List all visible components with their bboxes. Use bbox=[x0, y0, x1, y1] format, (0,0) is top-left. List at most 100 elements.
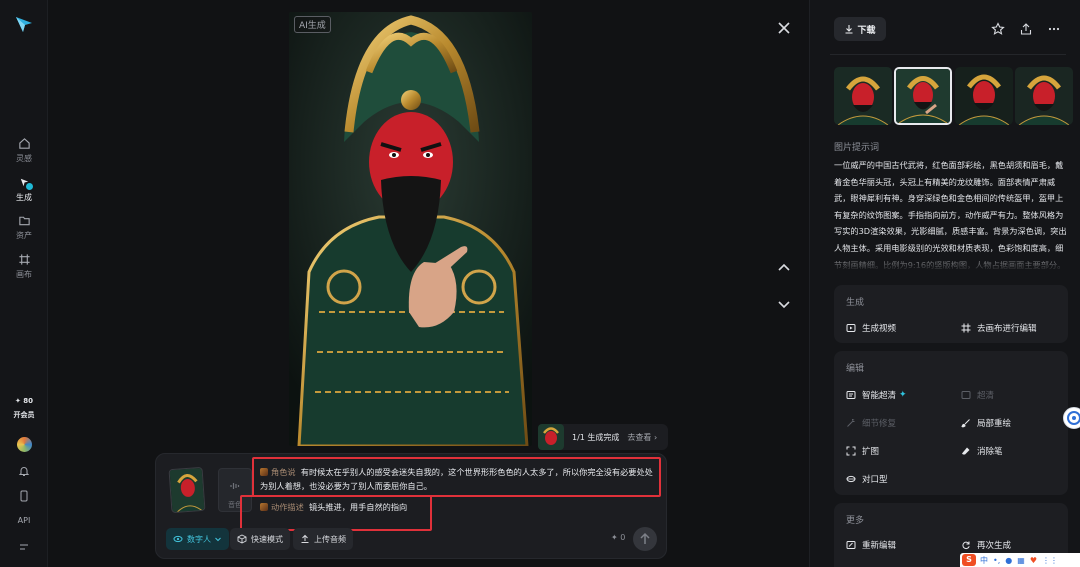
reference-image[interactable] bbox=[168, 466, 206, 514]
app-logo-icon[interactable] bbox=[14, 14, 34, 34]
mode-select[interactable]: 数字人 bbox=[166, 528, 229, 550]
lips-icon bbox=[846, 475, 856, 483]
bell-icon[interactable] bbox=[18, 465, 30, 477]
avatar[interactable] bbox=[17, 437, 32, 452]
action-label: 智能超清 bbox=[862, 391, 897, 401]
download-label: 下载 bbox=[857, 25, 876, 36]
menu-icon[interactable] bbox=[18, 541, 30, 553]
ime-toolbar[interactable]: S 中 •, ● ▦ ♥ ⋮⋮ bbox=[960, 553, 1080, 567]
prompt-title: 图片提示词 bbox=[834, 143, 880, 153]
warrior-portrait bbox=[289, 12, 532, 446]
assistant-float-button[interactable] bbox=[1063, 407, 1080, 429]
api-link[interactable]: API bbox=[0, 516, 48, 525]
variant-thumbnail-selected[interactable] bbox=[894, 67, 952, 125]
rail-item-assets[interactable]: 资产 bbox=[0, 214, 48, 241]
folder-icon bbox=[18, 216, 30, 226]
fast-mode-button[interactable]: 快速模式 bbox=[230, 528, 290, 550]
keyboard-icon: ▦ bbox=[1017, 555, 1025, 565]
ai-generated-tag: AI生成 bbox=[294, 16, 331, 33]
rail-item-label: 资产 bbox=[16, 231, 32, 240]
phone-icon[interactable] bbox=[18, 490, 30, 502]
card-title: 生成 bbox=[846, 298, 865, 308]
detail-repair-action[interactable]: 细节修复 bbox=[846, 417, 896, 429]
variant-thumbnail[interactable] bbox=[834, 67, 892, 125]
generate-card: 生成 生成视频 去画布进行编辑 bbox=[834, 285, 1068, 343]
refresh-icon bbox=[962, 541, 970, 550]
lip-sync-action[interactable]: 对口型 bbox=[846, 473, 888, 485]
generate-video-action[interactable]: 生成视频 bbox=[846, 322, 896, 334]
view-link[interactable]: 去查看 › bbox=[627, 432, 657, 443]
vip-points: ✦ 80 bbox=[14, 397, 34, 405]
more-icon[interactable] bbox=[1047, 22, 1061, 36]
assistant-icon bbox=[1067, 411, 1080, 425]
generated-image[interactable] bbox=[289, 12, 532, 446]
chevron-up-icon[interactable] bbox=[776, 260, 792, 276]
mode-label: 数字人 bbox=[187, 534, 211, 544]
variant-thumbnail[interactable] bbox=[1015, 67, 1073, 125]
download-button[interactable]: 下载 bbox=[834, 17, 886, 41]
chevron-down-icon[interactable] bbox=[776, 296, 792, 312]
punct-icon: •, bbox=[993, 555, 1001, 565]
credit-value: 0 bbox=[620, 533, 626, 542]
home-icon bbox=[18, 138, 30, 149]
highlight-action bbox=[240, 495, 432, 531]
waveform-icon bbox=[230, 483, 240, 489]
edit-in-canvas-action[interactable]: 去画布进行编辑 bbox=[961, 322, 1037, 334]
share-icon[interactable] bbox=[1019, 22, 1033, 36]
inpaint-action[interactable]: 局部重绘 bbox=[961, 417, 1011, 429]
regenerate-action[interactable]: 再次生成 bbox=[961, 539, 1011, 551]
prompt-fade bbox=[834, 250, 1070, 272]
status-text: 1/1 生成完成 bbox=[572, 432, 620, 442]
upscale-action[interactable]: 超清 bbox=[961, 389, 994, 401]
sparkle-icon: ✦ bbox=[899, 390, 907, 400]
video-icon bbox=[846, 324, 856, 332]
chevron-down-icon bbox=[215, 537, 221, 542]
rail-item-label: 画布 bbox=[16, 270, 32, 279]
status-thumbnail bbox=[538, 424, 564, 450]
star-icon[interactable] bbox=[991, 22, 1005, 36]
action-label: 消除笔 bbox=[977, 447, 1003, 457]
rail-item-generate[interactable]: 生成 bbox=[0, 176, 48, 203]
eye-icon bbox=[173, 535, 183, 543]
expand-image-action[interactable]: 扩图 bbox=[846, 445, 879, 457]
close-icon[interactable] bbox=[776, 20, 792, 36]
smart-upscale-action[interactable]: 智能超清 ✦ bbox=[846, 389, 907, 401]
eraser-action[interactable]: 消除笔 bbox=[961, 445, 1003, 457]
variant-thumbnail[interactable] bbox=[955, 67, 1013, 125]
download-icon bbox=[845, 25, 853, 34]
credit-cost: ✦ 0 bbox=[611, 533, 626, 542]
send-button[interactable] bbox=[633, 527, 657, 551]
eraser-icon bbox=[962, 447, 970, 455]
generation-status[interactable]: 1/1 生成完成 去查看 › bbox=[538, 424, 668, 450]
rail-item-inspiration[interactable]: 灵感 bbox=[0, 137, 48, 164]
card-title: 编辑 bbox=[846, 364, 865, 374]
action-label: 对口型 bbox=[862, 475, 888, 485]
arrow-up-icon bbox=[640, 532, 650, 544]
canvas-icon bbox=[18, 254, 30, 265]
action-label: 去画布进行编辑 bbox=[977, 324, 1037, 334]
ime-logo-icon: S bbox=[962, 554, 976, 566]
action-label: 超清 bbox=[977, 391, 995, 401]
ime-mode: 中 bbox=[980, 555, 988, 565]
cube-icon bbox=[237, 534, 247, 544]
canvas-icon bbox=[961, 323, 971, 333]
action-label: 生成视频 bbox=[862, 324, 897, 334]
vip-button[interactable]: ✦ 80 开会员 bbox=[8, 397, 40, 420]
upscale-icon bbox=[846, 391, 856, 399]
rail-item-label: 生成 bbox=[16, 193, 32, 202]
action-label: 重新编辑 bbox=[862, 541, 897, 551]
action-label: 局部重绘 bbox=[977, 419, 1012, 429]
upload-audio-button[interactable]: 上传音频 bbox=[293, 528, 353, 550]
highlight-dialogue bbox=[252, 457, 661, 497]
action-label: 细节修复 bbox=[862, 419, 897, 429]
rail-item-label: 灵感 bbox=[16, 154, 32, 163]
edit-card: 编辑 智能超清 ✦ 超清 细节修复 局部重绘 扩图 消除笔 对口型 bbox=[834, 351, 1068, 495]
rail-item-canvas[interactable]: 画布 bbox=[0, 253, 48, 280]
hd-icon bbox=[961, 391, 971, 399]
fast-mode-label: 快速模式 bbox=[251, 534, 283, 544]
edit-icon bbox=[846, 541, 856, 549]
check-badge-icon bbox=[25, 182, 34, 191]
re-edit-action[interactable]: 重新编辑 bbox=[846, 539, 896, 551]
skin-icon: ♥ bbox=[1029, 555, 1037, 565]
vip-label: 开会员 bbox=[13, 411, 35, 419]
